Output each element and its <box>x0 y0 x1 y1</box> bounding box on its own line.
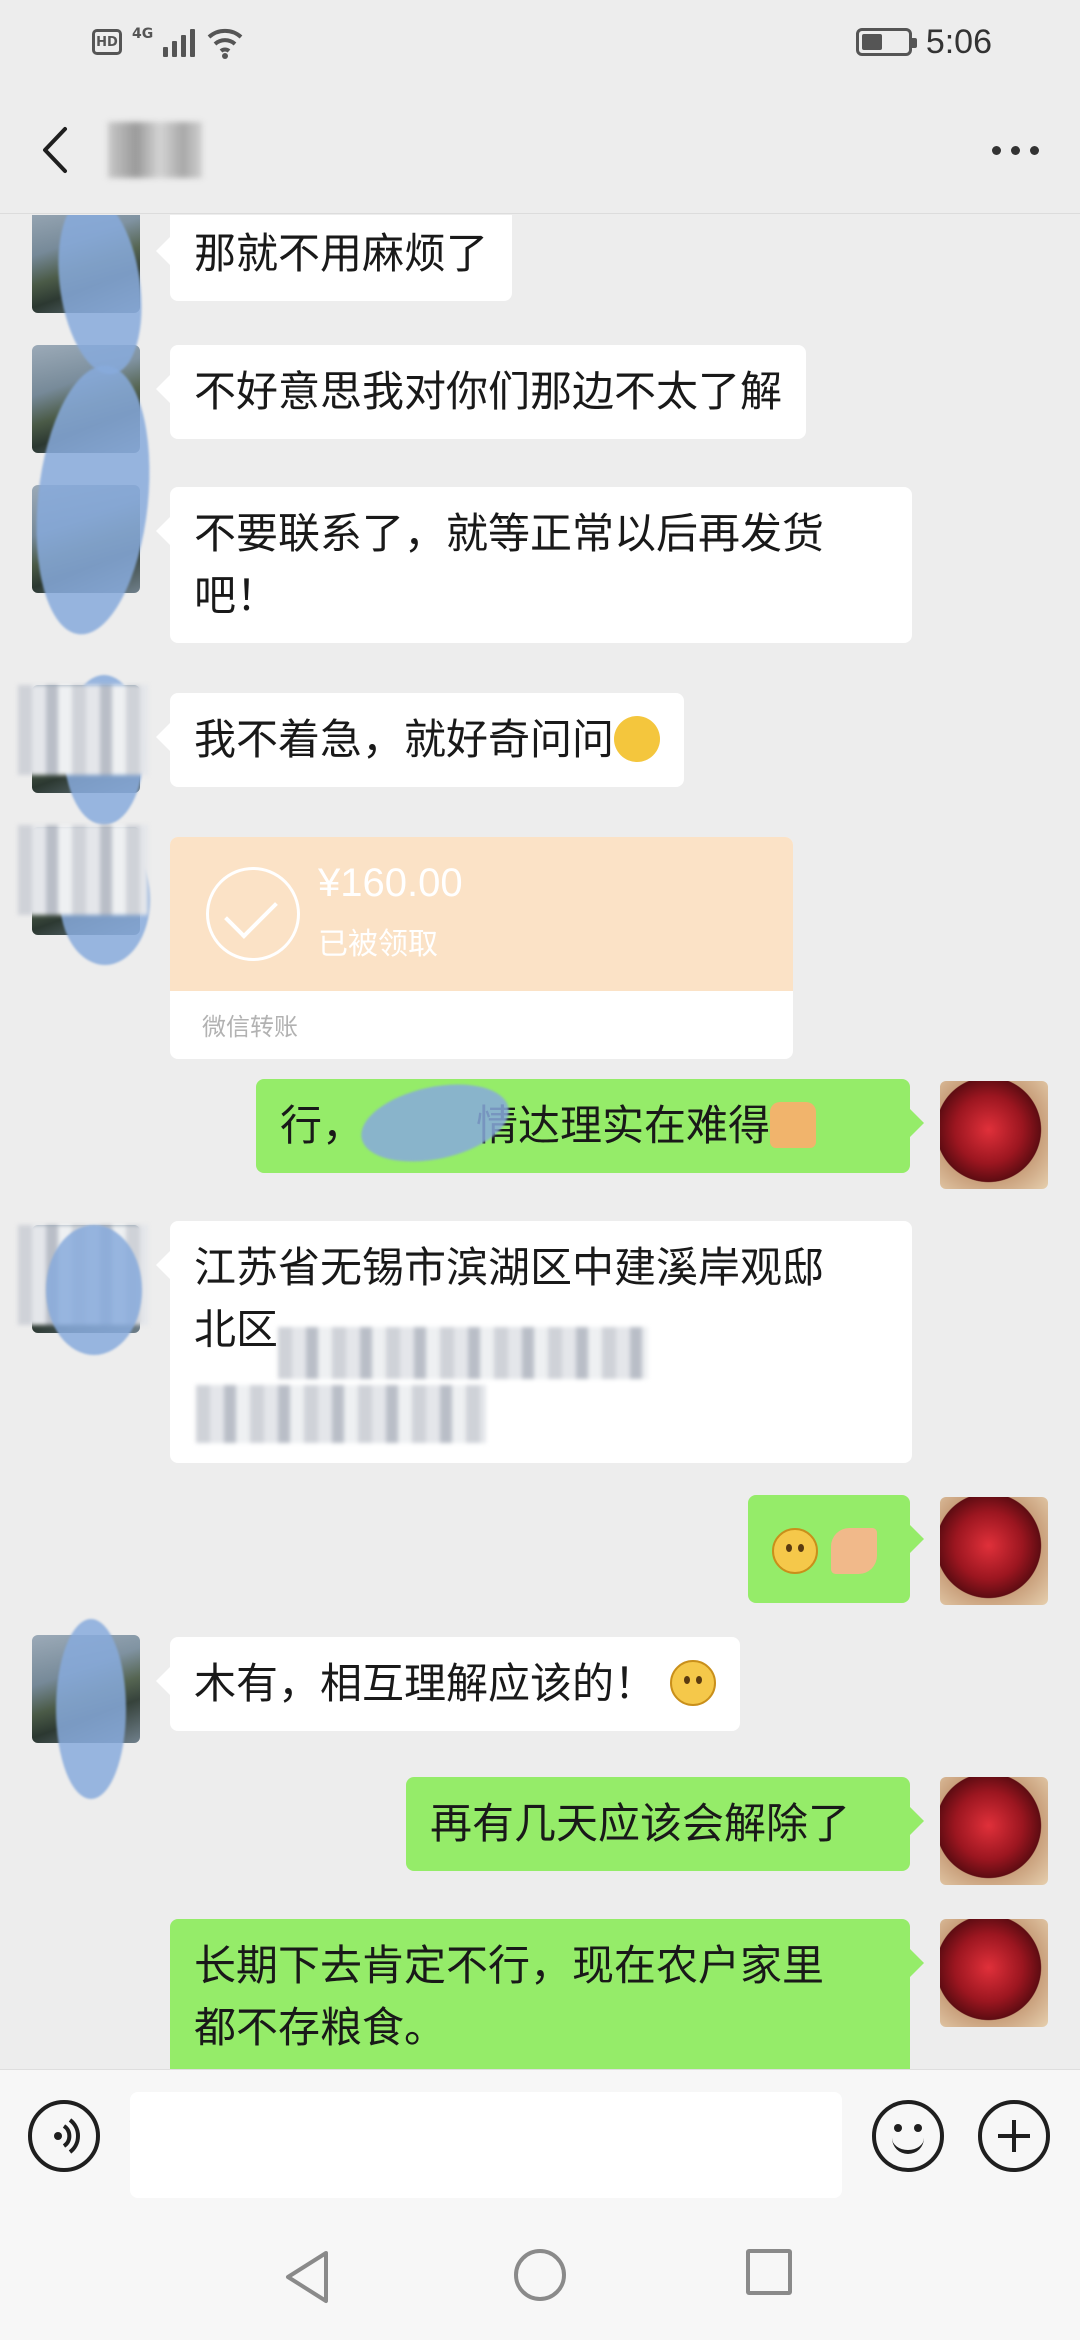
wifi-icon <box>207 28 243 59</box>
status-time: 5:06 <box>925 22 992 61</box>
message-text-part: 情达理实在难得 <box>476 1101 771 1150</box>
smile-emoji <box>670 1660 717 1706</box>
self-avatar[interactable] <box>940 1777 1048 1885</box>
redaction-mark <box>56 1619 126 1799</box>
voice-button[interactable] <box>28 2100 100 2172</box>
signal-icon <box>163 27 196 57</box>
more-button[interactable] <box>980 128 1050 172</box>
message-text: 木有，相互理解应该的！ <box>194 1659 657 1708</box>
redaction-mark <box>18 825 148 915</box>
smile-emoji <box>772 1528 818 1574</box>
redaction-mark <box>196 1385 486 1443</box>
nav-home-icon[interactable] <box>514 2249 566 2301</box>
input-bar <box>0 2069 1080 2199</box>
battery-icon <box>855 28 917 56</box>
chat-header <box>0 84 1080 214</box>
transfer-card[interactable]: ¥160.00 已被领取 微信转账 <box>170 837 793 1059</box>
self-avatar[interactable] <box>940 1497 1048 1605</box>
more-dots-icon <box>991 145 1001 155</box>
transfer-amount: ¥160.00 <box>318 861 463 905</box>
emoji-button[interactable] <box>872 2100 944 2172</box>
navigation-bar <box>0 2199 1080 2340</box>
outgoing-message[interactable]: 行， 情达理实在难得 <box>256 1079 924 1173</box>
nav-back-icon[interactable] <box>282 2249 332 2305</box>
network-type-label: 4G <box>132 26 154 42</box>
incoming-message[interactable]: 那就不用麻烦了 <box>155 215 513 301</box>
incoming-message[interactable]: 不要联系了，就等正常以后再发货 吧！ <box>156 487 912 643</box>
check-circle-icon <box>206 867 300 961</box>
message-text: 那就不用麻烦了 <box>194 229 489 278</box>
outgoing-message[interactable]: 再有几天应该会解除了 <box>406 1777 924 1871</box>
voice-icon <box>54 2118 80 2154</box>
message-text: 长期下去肯定不行，现在农户家里 都不存粮食。 <box>194 1941 825 2052</box>
self-avatar[interactable] <box>940 1919 1048 2027</box>
hd-badge: HD <box>92 29 122 55</box>
message-input[interactable] <box>130 2092 842 2198</box>
message-text: 江苏省无锡市滨湖区中建溪岸观邸 <box>194 1243 825 1292</box>
redaction-mark <box>278 1327 648 1379</box>
incoming-message[interactable]: 木有，相互理解应该的！ <box>155 1637 741 1731</box>
transfer-card-top: ¥160.00 已被领取 <box>170 837 793 991</box>
message-text: 不好意思我对你们那边不太了解 <box>194 367 783 416</box>
laugh-cry-emoji <box>614 716 661 762</box>
self-avatar[interactable] <box>940 1081 1048 1189</box>
status-right: 5:06 <box>855 18 992 66</box>
chevron-left-icon <box>43 127 67 173</box>
incoming-message[interactable]: 不好意思我对你们那边不太了解 <box>155 345 807 439</box>
redaction-mark <box>18 685 148 775</box>
thumbs-up-emoji <box>770 1102 817 1148</box>
incoming-message[interactable]: 我不着急，就好奇问问 <box>155 693 685 787</box>
status-left: HD 4G <box>92 22 245 62</box>
outgoing-message[interactable]: 长期下去肯定不行，现在农户家里 都不存粮食。 <box>170 1919 924 2069</box>
outgoing-message[interactable] <box>748 1495 924 1603</box>
status-bar: HD 4G 5:06 <box>0 0 1080 84</box>
redaction-mark <box>46 1225 142 1355</box>
nav-recent-icon[interactable] <box>746 2249 792 2295</box>
more-functions-button[interactable] <box>978 2100 1050 2172</box>
transfer-status: 已被领取 <box>318 927 438 962</box>
message-text-part: 行， <box>280 1101 365 1150</box>
emoji-icon <box>892 2134 924 2154</box>
message-text: 再有几天应该会解除了 <box>430 1799 851 1848</box>
contact-name <box>108 122 202 178</box>
ok-hand-emoji <box>831 1528 878 1574</box>
message-text: 不要联系了，就等正常以后再发货 吧！ <box>194 509 825 620</box>
message-list[interactable]: 那就不用麻烦了 不好意思我对你们那边不太了解 不要联系了，就等正常以后再发货 吧… <box>0 215 1080 2069</box>
back-button[interactable] <box>26 120 82 180</box>
message-text: 我不着急，就好奇问问 <box>194 715 615 764</box>
transfer-label: 微信转账 <box>202 1013 298 1041</box>
